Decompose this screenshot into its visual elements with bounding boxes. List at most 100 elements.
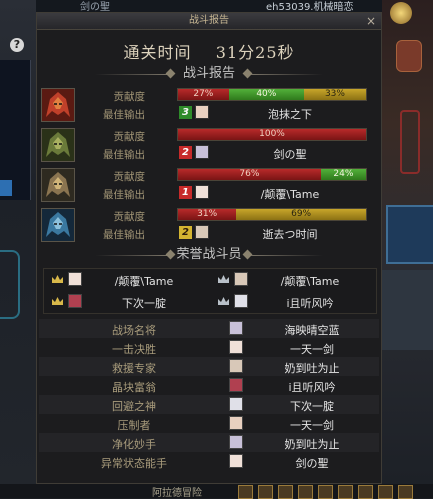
- quickslot-icon[interactable]: [258, 485, 273, 499]
- quickslot-icon[interactable]: [238, 485, 253, 499]
- rank-badge-icon: 2: [179, 146, 192, 159]
- award-winner: 奶到吐为止: [284, 438, 340, 451]
- avatar: [229, 397, 243, 411]
- machine-body: [382, 270, 433, 350]
- window-title: 战斗报告: [189, 15, 229, 26]
- bottom-hud: 阿拉德冒险: [0, 484, 433, 499]
- contribution-label: 贡献度: [113, 131, 146, 143]
- player-row: 贡献度 最佳输出 31% 69% 2 逝去つ时间: [39, 207, 379, 247]
- best-output: 2 逝去つ时间: [177, 225, 367, 241]
- award-row: 战场名将 海映晴空蓝: [39, 319, 379, 338]
- player-portrait-icon: [41, 208, 75, 242]
- award-title: 救援专家: [112, 362, 156, 375]
- quickslot-icon[interactable]: [278, 485, 293, 499]
- player-row: 贡献度 最佳输出 27% 40% 33% 3 泡抹之下: [39, 87, 379, 127]
- contribution-bar: 31% 69%: [177, 208, 367, 221]
- player-row: 贡献度 最佳输出 100% 2 剑の聖: [39, 127, 379, 167]
- help-icon[interactable]: ?: [10, 38, 24, 52]
- player-portrait-icon: [41, 168, 75, 202]
- player-portrait-icon: [41, 88, 75, 122]
- award-winner: 下次一腚: [290, 400, 334, 413]
- avatar: [68, 272, 82, 286]
- award-title: 晶块富翁: [112, 381, 156, 394]
- quickslot-icon[interactable]: [358, 485, 373, 499]
- avatar: [234, 272, 248, 286]
- honor-member-name: /颠覆\Tame: [280, 275, 340, 288]
- avatar: [229, 435, 243, 449]
- rank-badge-icon: 1: [179, 186, 192, 199]
- avatar: [195, 185, 209, 199]
- award-title: 异常状态能手: [101, 457, 167, 470]
- award-title: 一击决胜: [112, 343, 156, 356]
- battle-report-header: 战斗报告: [37, 66, 381, 82]
- chinese-knot-icon: [400, 110, 420, 174]
- window-titlebar[interactable]: 战斗报告 ×: [37, 13, 381, 30]
- contribution-segment: 69%: [236, 209, 366, 220]
- contribution-segment: 76%: [178, 169, 321, 180]
- contribution-bar: 27% 40% 33%: [177, 88, 367, 101]
- award-title: 回避之神: [112, 400, 156, 413]
- contribution-segment: 24%: [320, 169, 366, 180]
- best-output-name: 剑の聖: [273, 148, 307, 161]
- honor-member: /颠覆\Tame: [210, 269, 375, 291]
- best-output-name: 逝去つ时间: [262, 228, 318, 241]
- honor-panel: /颠覆\Tame /颠覆\Tame 下次一腚 i且听风吟: [43, 268, 377, 314]
- award-row: 救援专家 奶到吐为止: [39, 357, 379, 376]
- honor-header: 荣誉战斗员: [37, 247, 381, 263]
- quickslot-icon[interactable]: [318, 485, 333, 499]
- contribution-label: 贡献度: [113, 171, 146, 183]
- award-winner: 剑の聖: [295, 457, 329, 470]
- background-right-scene: [382, 0, 433, 498]
- best-output-label: 最佳输出: [103, 229, 145, 241]
- avatar: [229, 340, 243, 354]
- avatar: [229, 321, 243, 335]
- background-blue-bar: [0, 180, 12, 196]
- award-winner: 海映晴空蓝: [284, 324, 340, 337]
- avatar: [68, 294, 82, 308]
- contribution-segment: 100%: [178, 129, 366, 140]
- honor-member-name: /颠覆\Tame: [114, 275, 174, 288]
- honor-member: 下次一腚: [44, 291, 209, 313]
- contribution-bar: 76% 24%: [177, 168, 367, 181]
- background-panel: [0, 60, 31, 200]
- award-row: 异常状态能手 剑の聖: [39, 452, 379, 471]
- contribution-segment: 40%: [228, 89, 304, 100]
- quickslot-icon[interactable]: [398, 485, 413, 499]
- contribution-bar: 100%: [177, 128, 367, 141]
- contribution-segment: 27%: [178, 89, 229, 100]
- crown-icon: [52, 275, 63, 283]
- avatar: [229, 454, 243, 468]
- avatar: [195, 105, 209, 119]
- player-portrait-icon: [41, 128, 75, 162]
- rank-badge-icon: 3: [179, 106, 192, 119]
- machine-screen: [386, 205, 433, 264]
- lantern-icon: [396, 40, 422, 72]
- close-icon[interactable]: ×: [365, 13, 377, 29]
- honor-member: i且听风吟: [210, 291, 375, 313]
- award-winner: i且听风吟: [288, 381, 336, 394]
- best-output: 1 /颠覆\Tame: [177, 185, 367, 201]
- quickslot-icon[interactable]: [338, 485, 353, 499]
- avatar: [195, 225, 209, 239]
- background-top-strip: 剑の聖 eh53039.机械暗恋: [36, 0, 382, 13]
- best-output-name: /颠覆\Tame: [260, 188, 320, 201]
- best-output: 3 泡抹之下: [177, 105, 367, 121]
- honor-member: /颠覆\Tame: [44, 269, 209, 291]
- best-output-name: 泡抹之下: [268, 108, 312, 121]
- avatar: [229, 378, 243, 392]
- battle-report-window: 战斗报告 × 通关时间 31分25秒 战斗报告 贡献度 最佳输出 27% 40% 3…: [36, 12, 382, 484]
- award-row: 净化妙手 奶到吐为止: [39, 433, 379, 452]
- bottom-hud-label: 阿拉德冒险: [152, 488, 202, 499]
- gold-orb-icon: [390, 2, 412, 24]
- avatar: [234, 294, 248, 308]
- quickslot-icon[interactable]: [378, 485, 393, 499]
- crown-icon: [218, 275, 229, 283]
- quickslot-icon[interactable]: [298, 485, 313, 499]
- award-title: 战场名将: [112, 324, 156, 337]
- crown-icon: [52, 297, 63, 305]
- best-output-label: 最佳输出: [103, 189, 145, 201]
- award-row: 回避之神 下次一腚: [39, 395, 379, 414]
- award-winner: 奶到吐为止: [284, 362, 340, 375]
- honor-member-name: 下次一腚: [122, 297, 166, 310]
- contribution-segment: 33%: [303, 89, 366, 100]
